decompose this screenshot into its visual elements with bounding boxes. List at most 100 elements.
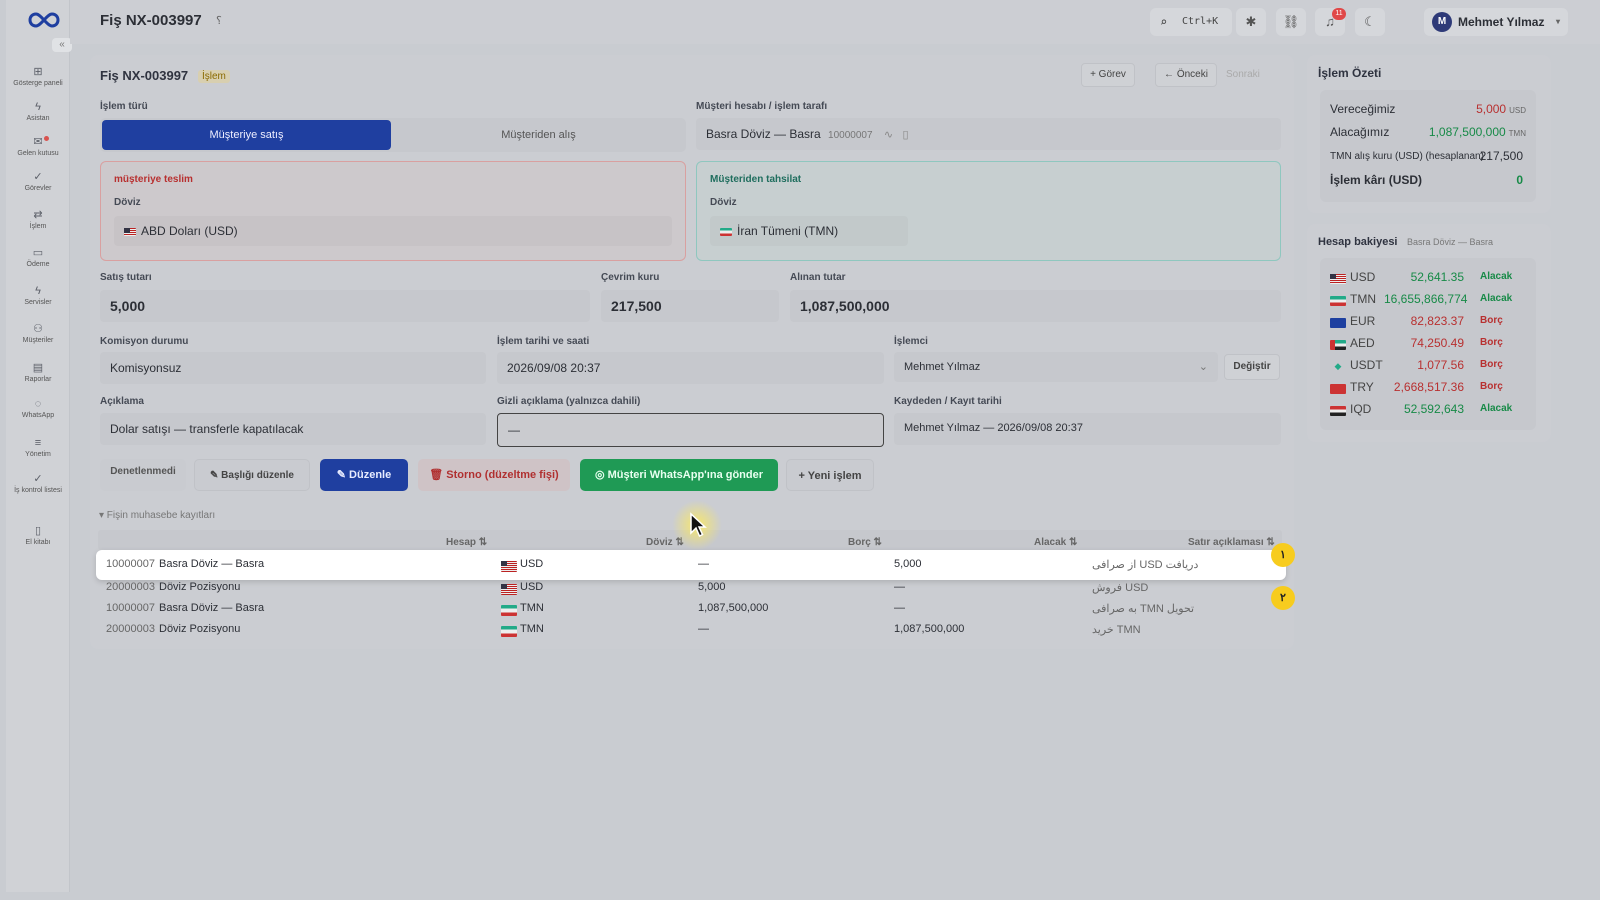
new-transaction-button[interactable]: + Yeni işlem — [786, 459, 874, 491]
credit-value: 5,000 — [894, 558, 922, 570]
sidebar-item-label: Ödeme — [26, 261, 50, 268]
edit-title-button[interactable]: ✎ Başlığı düzenle — [194, 459, 310, 491]
balance-amount: 1,077.56 — [1417, 358, 1464, 372]
segment-buy-from-customer[interactable]: Müşteriden alış — [393, 120, 684, 150]
audit-status-badge: Denetlenmedi — [100, 459, 186, 491]
sidebar-item-label: WhatsApp — [21, 412, 55, 419]
ledger-toggle[interactable]: ▾ Fişin muhasebe kayıtları — [99, 510, 215, 521]
document-icon[interactable]: ▯ — [902, 129, 908, 141]
balance-currency: IQD — [1350, 402, 1372, 416]
sidebar-item-1[interactable]: ϟ Asistan — [6, 101, 70, 122]
segment-sell-to-customer[interactable]: Müşteriye satış — [102, 120, 391, 150]
balance-row[interactable]: TRY 2,668,517.36 Borç — [1322, 376, 1536, 398]
sale-amount-label: Satış tutarı — [100, 272, 152, 283]
help-icon[interactable]: ؟ — [216, 14, 222, 27]
summary-value: 1,087,500,000 — [1428, 125, 1506, 139]
reports-icon: ▤ — [32, 362, 44, 374]
commission-select[interactable]: Komisyonsuz — [100, 352, 486, 384]
ir-flag-icon — [1330, 296, 1346, 306]
next-button[interactable]: Sonraki — [1226, 69, 1260, 80]
ledger-header-account[interactable]: Hesap ⇅ — [446, 537, 487, 548]
datetime-label: İşlem tarihi ve saati — [497, 336, 590, 347]
ledger-header-credit[interactable]: Alacak ⇅ — [1034, 537, 1077, 548]
sidebar-item-3[interactable]: ✓ Görevler — [6, 171, 70, 192]
hidden-note-input[interactable]: — — [497, 413, 884, 447]
avatar: M — [1432, 12, 1452, 32]
whatsapp-send-button[interactable]: ◎ Müşteri WhatsApp'ına gönder — [580, 459, 778, 491]
sidebar-item-label: Asistan — [26, 115, 50, 122]
description-input[interactable]: Dolar satışı — transferle kapatılacak — [100, 413, 486, 445]
step-marker-1: ١ — [1271, 543, 1295, 567]
summary-label: Alacağımız — [1330, 125, 1390, 139]
currency-code: TMN — [520, 602, 544, 614]
balance-status: Alacak — [1480, 271, 1513, 282]
balance-status: Borç — [1480, 315, 1503, 326]
account-code: 20000003 — [106, 581, 155, 593]
sidebar-item-8[interactable]: ▤ Raporlar — [6, 362, 70, 383]
balance-currency: EUR — [1350, 314, 1376, 328]
sidebar-item-7[interactable]: ⚇ Müşteriler — [6, 323, 70, 344]
account-label: Müşteri hesabı / işlem tarafı — [696, 101, 828, 112]
topbar: Fiş NX-003997 ؟ ⌕ Ctrl+K ✱ ⛓ ♫ 11 ☾ M Meh… — [70, 0, 1600, 44]
sidebar-item-4[interactable]: ⇄ İşlem — [6, 209, 70, 230]
infinity-logo-icon[interactable] — [28, 10, 60, 30]
table-row[interactable]: 20000003 Döviz Pozisyonu USD 5,000 — فروش USD — [96, 576, 1286, 598]
storno-button[interactable]: 🗑 Storno (düzeltme fişi) — [418, 459, 570, 491]
operator-label: İşlemci — [894, 336, 928, 347]
operator-select[interactable]: Mehmet Yılmaz ⌄ — [894, 352, 1218, 382]
bug-icon[interactable]: ✱ — [1236, 8, 1266, 36]
collapse-sidebar-button[interactable]: « — [52, 38, 72, 52]
form-title: Fiş NX-003997 — [100, 68, 189, 83]
whatsapp-button-label: Müşteri WhatsApp'ına gönder — [607, 469, 764, 481]
sidebar: « ⊞ Gösterge paneli ϟ Asistan ✉ Gelen kutusu ✓… — [6, 0, 72, 892]
datetime-input[interactable]: 2026/09/08 20:37 — [497, 352, 884, 384]
credit-value: 1,087,500,000 — [894, 623, 965, 635]
balance-amount: 82,823.37 — [1410, 314, 1464, 328]
sidebar-item-2[interactable]: ✉ Gelen kutusu — [6, 136, 70, 157]
deliver-currency-select[interactable]: ABD Doları (USD) — [114, 216, 672, 246]
link-icon[interactable]: ⛓ — [1276, 8, 1306, 36]
sale-amount-input[interactable]: 5,000 — [100, 290, 590, 322]
sidebar-item-9[interactable]: ◌ WhatsApp — [6, 398, 70, 419]
account-field[interactable]: Basra Döviz — Basra 10000007 ∿ ▯ — [696, 118, 1281, 150]
rate-label: Çevrim kuru — [601, 272, 660, 283]
sidebar-item-0[interactable]: ⊞ Gösterge paneli — [6, 66, 70, 87]
ledger-header-debit[interactable]: Borç ⇅ — [848, 537, 882, 548]
collect-currency-select[interactable]: İran Tümeni (TMN) — [710, 216, 908, 246]
balance-row[interactable]: AED 74,250.49 Borç — [1322, 332, 1536, 354]
sidebar-item-6[interactable]: ϟ Servisler — [6, 285, 70, 306]
currency-code: USD — [520, 581, 544, 593]
received-amount-input[interactable]: 1,087,500,000 — [790, 290, 1281, 322]
rate-input[interactable]: 217,500 — [601, 290, 779, 322]
moon-icon[interactable]: ☾ — [1355, 8, 1385, 36]
status-badge: İşlem — [198, 70, 230, 83]
user-menu[interactable]: M Mehmet Yılmaz ▾ — [1424, 8, 1568, 36]
edit-button[interactable]: ✎ Düzenle — [320, 459, 408, 491]
balance-row[interactable]: EUR 82,823.37 Borç — [1322, 310, 1536, 332]
grid-icon: ⊞ — [33, 66, 43, 78]
previous-button[interactable]: ← Önceki — [1155, 63, 1217, 87]
balance-row[interactable]: USD 52,641.35 Alacak — [1322, 266, 1536, 288]
table-row[interactable]: 10000007 Basra Döviz — Basra TMN 1,087,500,… — [96, 597, 1286, 619]
balance-row[interactable]: TMN 16,655,866,774 Alacak — [1322, 288, 1536, 310]
balance-row[interactable]: ◆ USDT 1,077.56 Borç — [1322, 354, 1536, 376]
activity-icon[interactable]: ∿ — [884, 129, 893, 141]
search-button[interactable]: ⌕ Ctrl+K — [1150, 8, 1232, 36]
tr-flag-icon — [1330, 384, 1346, 394]
sidebar-item-11[interactable]: ✓ İş kontrol listesi — [6, 473, 70, 494]
recorder-label: Kaydeden / Kayıt tarihi — [894, 396, 1002, 407]
sidebar-item-label: Gösterge paneli — [13, 80, 63, 87]
description-label: Açıklama — [100, 396, 144, 407]
search-icon: ⌕ — [1160, 15, 1168, 29]
summary-row: İşlem kârı (USD) 0 — [1322, 169, 1536, 191]
sidebar-item-label: Gelen kutusu — [17, 150, 59, 157]
table-row[interactable]: 20000003 Döviz Pozisyonu TMN — 1,087,500,000… — [96, 618, 1286, 640]
change-operator-button[interactable]: Değiştir — [1224, 354, 1280, 380]
sidebar-item-12[interactable]: ▯ El kitabı — [6, 525, 70, 546]
balance-row[interactable]: IQD 52,592,643 Alacak — [1322, 398, 1536, 420]
sidebar-item-10[interactable]: ≡ Yönetim — [6, 437, 70, 458]
sidebar-item-5[interactable]: ▭ Ödeme — [6, 247, 70, 268]
search-shortcut: Ctrl+K — [1182, 16, 1219, 27]
add-task-button[interactable]: + Görev — [1081, 63, 1135, 87]
ledger-header-description[interactable]: Satır açıklaması ⇅ — [1188, 537, 1275, 548]
